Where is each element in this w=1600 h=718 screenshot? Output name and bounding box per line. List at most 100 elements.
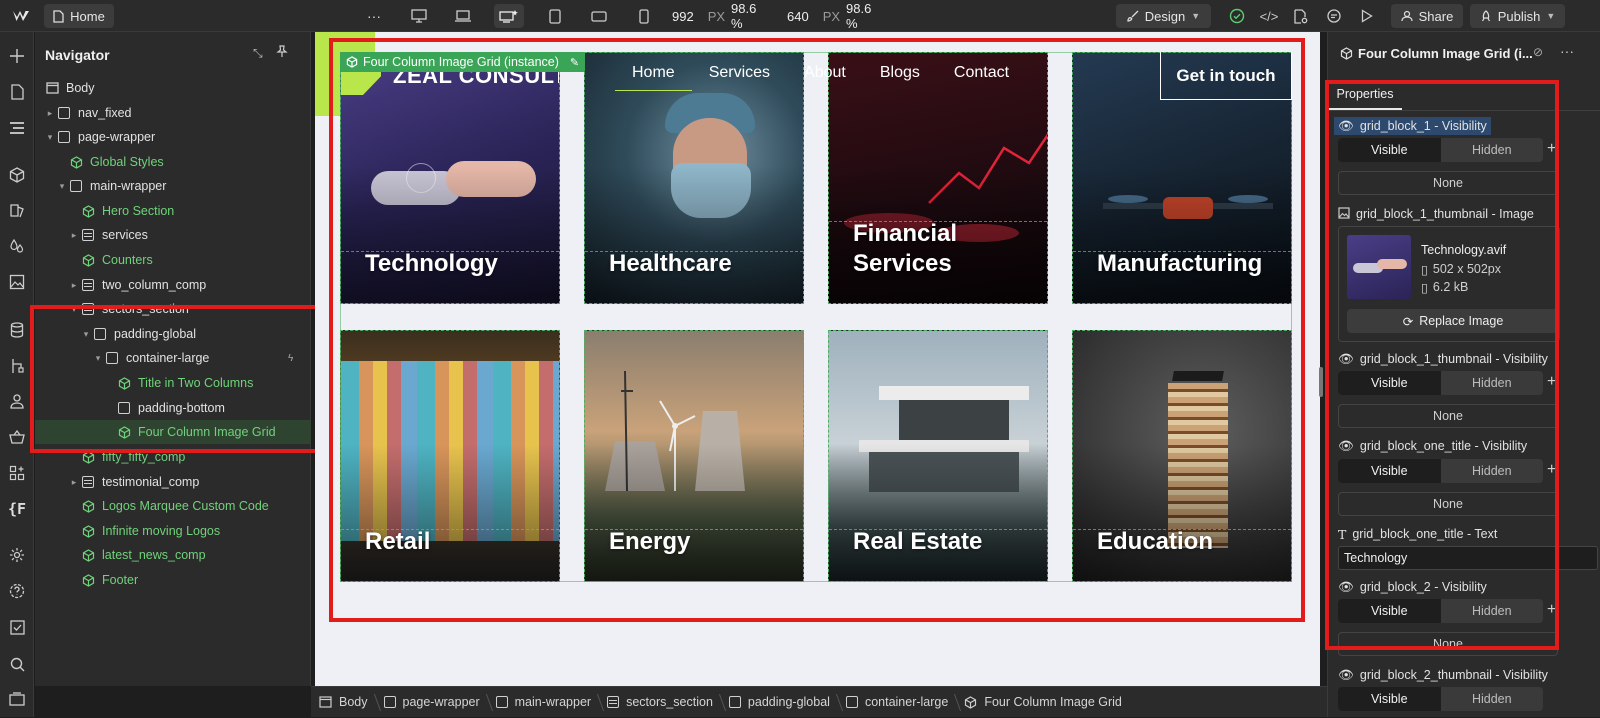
edit-pencil-icon[interactable]: ✎ [570,56,579,69]
nav-link-blogs[interactable]: Blogs [863,64,937,91]
add-icon[interactable] [5,44,29,68]
tree-item-nav-fixed[interactable]: ▸ nav_fixed [35,101,311,125]
chevron-right-icon[interactable]: ▸ [69,477,79,488]
laptop-breakpoint-button[interactable] [450,4,476,28]
nav-link-about[interactable]: About [787,64,863,91]
breadcrumb-four-column-image-grid[interactable]: Four Column Image Grid [956,687,1130,718]
visible-option[interactable]: Visible [1338,687,1441,711]
canvas-scroll-handle[interactable] [1319,367,1323,397]
page-settings-icon[interactable] [1290,0,1312,32]
get-in-touch-button[interactable]: Get in touch [1160,52,1292,100]
tree-item-two-column-comp[interactable]: ▸ two_column_comp [35,273,311,297]
cms-database-icon[interactable] [5,318,29,342]
ecommerce-basket-icon[interactable] [5,425,29,449]
visibility-toggle[interactable]: Visible Hidden [1338,599,1543,623]
chevron-right-icon[interactable]: ▸ [45,108,55,119]
breadcrumb-sectors-section[interactable]: sectors_section [599,687,721,718]
add-binding-icon[interactable]: + [1547,373,1556,391]
logic-flow-icon[interactable] [5,354,29,378]
tree-item-footer[interactable]: Footer [35,568,311,592]
replace-image-button[interactable]: ⟳ Replace Image [1347,309,1559,333]
breadcrumb-padding-global[interactable]: padding-global [721,687,838,718]
tree-item-padding-global[interactable]: ▾ padding-global [35,322,311,346]
code-icon[interactable]: </> [1258,0,1280,32]
visible-option[interactable]: Visible [1338,371,1441,395]
mobile-portrait-button[interactable] [631,4,657,28]
video-tutorials-icon[interactable] [5,687,29,711]
assets-image-icon[interactable] [5,270,29,294]
tree-item-container-large[interactable]: ▾ container-large ϟ [35,346,311,370]
visibility-toggle[interactable]: Visible Hidden [1338,138,1543,162]
chevron-down-icon[interactable]: ▾ [93,353,103,364]
title-text-input[interactable]: Technology [1338,546,1598,570]
search-icon[interactable] [5,652,29,676]
add-binding-icon[interactable]: + [1547,461,1556,479]
design-canvas[interactable]: Four Column Image Grid (instance) ✎ ZEAL… [315,32,1323,686]
apps-icon[interactable] [5,461,29,485]
share-button[interactable]: Share [1391,4,1463,28]
more-icon[interactable]: ··· [1560,43,1574,59]
desktop-breakpoint-button[interactable] [406,4,432,28]
chevron-down-icon[interactable]: ▾ [69,304,79,315]
unlink-icon[interactable]: ⊘ [1533,45,1543,59]
mobile-landscape-button[interactable] [586,4,612,28]
home-page-button[interactable]: Home [44,4,114,28]
variables-icon[interactable] [5,198,29,222]
tree-item-infinite-moving-logos[interactable]: Infinite moving Logos [35,519,311,543]
visibility-toggle[interactable]: Visible Hidden [1338,371,1543,395]
status-check-icon[interactable] [1226,0,1248,32]
tree-item-body[interactable]: Body [35,76,311,100]
instance-badge[interactable]: Four Column Image Grid (instance) ✎ [340,52,586,72]
hidden-option[interactable]: Hidden [1441,599,1544,623]
thumbnail-preview[interactable] [1347,235,1411,299]
tree-item-global-styles[interactable]: Global Styles [35,150,311,174]
breadcrumb-main-wrapper[interactable]: main-wrapper [488,687,599,718]
preview-play-icon[interactable] [1356,0,1378,32]
binding-none[interactable]: None [1338,632,1558,656]
publish-button[interactable]: Publish ▼ [1470,4,1565,28]
nav-link-home[interactable]: Home [615,64,692,91]
tree-item-fifty-fifty-comp[interactable]: fifty_fifty_comp [35,445,311,469]
finsweet-app-icon[interactable]: {F [5,497,29,521]
breadcrumb-body[interactable]: Body [311,687,376,718]
binding-none[interactable]: None [1338,492,1558,516]
chevron-down-icon[interactable]: ▾ [81,329,91,340]
webflow-logo[interactable] [8,0,34,32]
add-binding-icon[interactable]: + [1547,140,1556,158]
nav-link-contact[interactable]: Contact [937,64,1026,91]
tree-item-testimonial-comp[interactable]: ▸ testimonial_comp [35,470,311,494]
hidden-option[interactable]: Hidden [1441,371,1544,395]
visibility-toggle[interactable]: Visible Hidden [1338,459,1543,483]
pages-icon[interactable] [5,80,29,104]
tree-item-four-column-image-grid[interactable]: Four Column Image Grid [35,420,311,444]
users-icon[interactable] [5,389,29,413]
navigator-icon[interactable] [5,116,29,140]
more-options-button[interactable]: ··· [362,0,386,32]
canvas-size-readout[interactable]: 992 PX 98.6 % 640 PX 98.6 % [672,0,882,32]
help-icon[interactable] [5,579,29,603]
hidden-option[interactable]: Hidden [1441,459,1544,483]
hidden-option[interactable]: Hidden [1441,138,1544,162]
tree-item-hero-section[interactable]: Hero Section [35,199,311,223]
audit-checkbox-icon[interactable] [5,615,29,639]
base-breakpoint-button[interactable] [494,4,524,28]
breadcrumb-page-wrapper[interactable]: page-wrapper [376,687,488,718]
visibility-toggle[interactable]: Visible Hidden [1338,687,1543,711]
comments-icon[interactable] [1323,0,1345,32]
pin-icon[interactable] [276,45,288,61]
chevron-down-icon[interactable]: ▾ [45,132,55,143]
hidden-option[interactable]: Hidden [1441,687,1544,711]
visible-option[interactable]: Visible [1338,599,1441,623]
design-mode-dropdown[interactable]: Design ▼ [1116,4,1211,28]
binding-none[interactable]: None [1338,171,1558,195]
chevron-down-icon[interactable]: ▾ [57,181,67,192]
tree-item-services[interactable]: ▸ services [35,223,311,247]
tree-item-padding-bottom[interactable]: padding-bottom [35,396,311,420]
visible-option[interactable]: Visible [1338,138,1441,162]
nav-link-services[interactable]: Services [692,64,787,91]
tablet-breakpoint-button[interactable] [542,4,568,28]
add-binding-icon[interactable]: + [1547,601,1556,619]
tree-item-counters[interactable]: Counters [35,248,311,272]
chevron-right-icon[interactable]: ▸ [69,230,79,241]
breadcrumb-container-large[interactable]: container-large [838,687,956,718]
